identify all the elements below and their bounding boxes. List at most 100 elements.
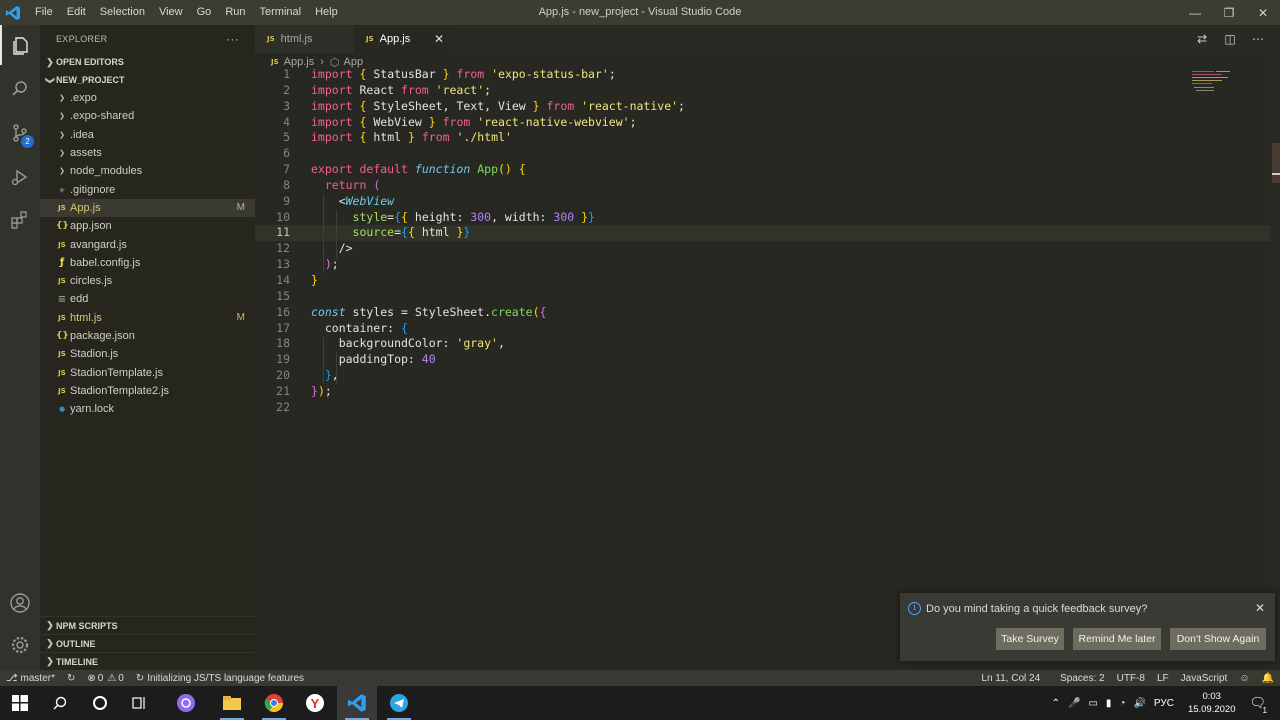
code-line[interactable]: 10 style={{ height: 300, width: 300 }} — [255, 210, 1270, 226]
tree-item[interactable]: ❯ assets — [40, 144, 255, 162]
file-explorer-icon[interactable] — [212, 686, 252, 720]
tree-item[interactable]: ❯ node_modules — [40, 162, 255, 180]
code-line[interactable]: 19 paddingTop: 40 — [255, 352, 1270, 368]
tree-item[interactable]: JS avangard.js — [40, 235, 255, 253]
start-button[interactable] — [0, 686, 40, 720]
editor-scrollbar[interactable] — [1270, 53, 1280, 670]
network-icon[interactable]: ▭ — [1088, 698, 1097, 709]
code-line[interactable]: 15 — [255, 289, 1270, 305]
tree-item[interactable]: {} package.json — [40, 327, 255, 345]
action-center-icon[interactable]: 🗨 1 — [1249, 695, 1267, 715]
cursor-position[interactable]: Ln 11, Col 24 — [975, 673, 1046, 684]
tree-item[interactable]: ≡ edd — [40, 290, 255, 308]
tree-item[interactable]: JS StadionTemplate2.js — [40, 382, 255, 400]
problems-indicator[interactable]: ⊗ 0 ⚠ 0 — [81, 673, 129, 684]
run-debug-icon[interactable] — [0, 157, 40, 197]
sync-icon[interactable]: ↻ — [61, 673, 81, 684]
close-notification-icon[interactable]: ✕ — [1255, 601, 1265, 615]
code-line[interactable]: 17 container: { — [255, 321, 1270, 337]
explorer-icon[interactable] — [0, 25, 40, 65]
yandex-browser-icon[interactable]: Y — [295, 686, 335, 720]
search-icon[interactable] — [0, 69, 40, 109]
outline-section[interactable]: ❯ OUTLINE — [40, 634, 255, 652]
extensions-icon[interactable] — [0, 200, 40, 240]
feedback-icon[interactable]: ☺ — [1233, 673, 1255, 684]
wifi-icon[interactable]: ◔ — [1119, 698, 1125, 709]
menu-help[interactable]: Help — [308, 0, 345, 25]
tree-item[interactable]: ƒ babel.config.js — [40, 254, 255, 272]
tree-item[interactable]: JS html.js M — [40, 309, 255, 327]
dont-show-again-button[interactable]: Don't Show Again — [1170, 628, 1266, 650]
language-indicator[interactable]: РУС — [1154, 698, 1174, 709]
show-hidden-icons[interactable]: ⌃ — [1052, 698, 1060, 709]
tree-item[interactable]: JS Stadion.js — [40, 345, 255, 363]
minimize-button[interactable]: — — [1178, 0, 1212, 25]
tree-item[interactable]: JS circles.js — [40, 272, 255, 290]
menu-terminal[interactable]: Terminal — [253, 0, 309, 25]
microphone-icon[interactable]: 🎤 — [1068, 698, 1080, 709]
tree-item[interactable]: {} app.json — [40, 217, 255, 235]
code-line[interactable]: 7 export default function App() { — [255, 162, 1270, 178]
tree-item[interactable]: JS App.js M — [40, 198, 255, 218]
tree-item[interactable]: JS StadionTemplate.js — [40, 363, 255, 381]
branch-indicator[interactable]: ⎇ master* — [0, 673, 61, 684]
tree-item[interactable]: ❯ .expo-shared — [40, 107, 255, 125]
timeline-section[interactable]: ❯ TIMELINE — [40, 652, 255, 670]
code-line[interactable]: 18 backgroundColor: 'gray', — [255, 336, 1270, 352]
tab-app-js[interactable]: JS App.js ✕ — [354, 25, 454, 53]
encoding[interactable]: UTF-8 — [1111, 673, 1151, 684]
tree-item[interactable]: ❯ .idea — [40, 126, 255, 144]
code-line[interactable]: 13 ); — [255, 257, 1270, 273]
close-tab-icon[interactable]: ✕ — [434, 32, 444, 46]
code-editor[interactable]: 1 import { StatusBar } from 'expo-status-… — [255, 67, 1270, 667]
menu-selection[interactable]: Selection — [93, 0, 152, 25]
menu-edit[interactable]: Edit — [60, 0, 93, 25]
code-line[interactable]: 21}); — [255, 384, 1270, 400]
open-editors-section[interactable]: ❯ OPEN EDITORS — [40, 53, 255, 71]
explorer-more-button[interactable]: ··· — [226, 32, 239, 46]
code-line[interactable]: 14} — [255, 273, 1270, 289]
project-section[interactable]: ❯ NEW_PROJECT — [40, 71, 255, 89]
code-line[interactable]: 4 import { WebView } from 'react-native-w… — [255, 115, 1270, 131]
end-of-line[interactable]: LF — [1151, 673, 1175, 684]
alice-app-icon[interactable] — [166, 686, 206, 720]
chrome-icon[interactable] — [254, 686, 294, 720]
task-view-icon[interactable] — [120, 686, 160, 720]
tab-html-js[interactable]: JS html.js — [255, 25, 354, 53]
code-line[interactable]: 16 const styles = StyleSheet.create({ — [255, 305, 1270, 321]
minimap[interactable] — [1190, 67, 1270, 127]
code-line[interactable]: 20 }, — [255, 368, 1270, 384]
menu-file[interactable]: File — [28, 0, 60, 25]
code-line[interactable]: 6 — [255, 146, 1270, 162]
code-line[interactable]: 22 — [255, 400, 1270, 416]
clock[interactable]: 0:03 15.09.2020 — [1188, 690, 1236, 716]
menu-go[interactable]: Go — [190, 0, 219, 25]
volume-icon[interactable]: 🔊 — [1133, 698, 1145, 709]
menu-view[interactable]: View — [152, 0, 190, 25]
code-line[interactable]: 3 import { StyleSheet, Text, View } from … — [255, 99, 1270, 115]
more-actions-icon[interactable]: ⋯ — [1244, 32, 1272, 46]
search-taskbar-icon[interactable] — [40, 686, 80, 720]
close-window-button[interactable]: ✕ — [1246, 0, 1280, 25]
tree-item[interactable]: ❯ .expo — [40, 89, 255, 107]
code-line[interactable]: 8 return ( — [255, 178, 1270, 194]
language-mode[interactable]: JavaScript — [1175, 673, 1234, 684]
vscode-taskbar-icon[interactable] — [337, 686, 377, 720]
open-changes-icon[interactable]: ⇄ — [1188, 32, 1216, 46]
npm-scripts-section[interactable]: ❯ NPM SCRIPTS — [40, 616, 255, 634]
battery-icon[interactable]: ▮ — [1106, 698, 1112, 709]
split-editor-icon[interactable]: ◫ — [1216, 32, 1244, 46]
maximize-button[interactable]: ❐ — [1212, 0, 1246, 25]
telegram-icon[interactable] — [379, 686, 419, 720]
cortana-icon[interactable] — [80, 686, 120, 720]
menu-run[interactable]: Run — [218, 0, 252, 25]
indentation[interactable]: Spaces: 2 — [1054, 673, 1110, 684]
tree-item[interactable]: ◆ .gitignore — [40, 180, 255, 198]
take-survey-button[interactable]: Take Survey — [996, 628, 1064, 650]
code-line[interactable]: 2 import React from 'react'; — [255, 83, 1270, 99]
source-control-icon[interactable]: 2 — [0, 113, 40, 153]
account-icon[interactable] — [0, 583, 40, 623]
code-line[interactable]: 11 source={{ html }} — [255, 225, 1270, 242]
remind-me-later-button[interactable]: Remind Me later — [1073, 628, 1161, 650]
code-line[interactable]: 9 <WebView — [255, 194, 1270, 210]
